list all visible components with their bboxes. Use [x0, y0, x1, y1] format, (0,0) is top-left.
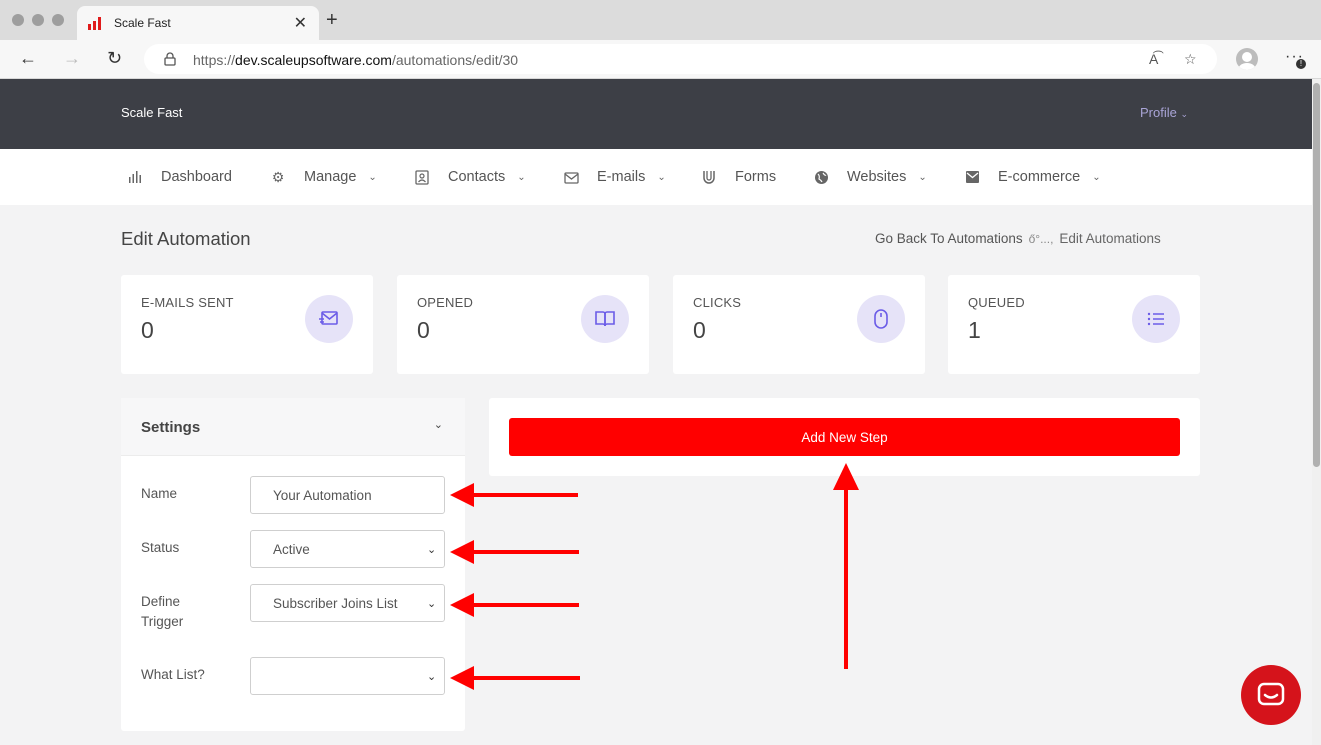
email-icon [563, 169, 579, 185]
window-close-control[interactable] [12, 14, 24, 26]
menu-ecommerce[interactable]: E-commerce ⌄ [964, 169, 1101, 185]
read-aloud-icon[interactable]: A͡ [1149, 51, 1158, 67]
stat-value: 0 [141, 317, 154, 343]
stat-card-emails-sent: E-MAILS SENT 0 [121, 275, 373, 374]
chevron-down-icon: ⌄ [517, 171, 526, 183]
menu-dashboard[interactable]: Dashboard [127, 169, 232, 185]
breadcrumb-back-link[interactable]: Go Back To Automations [875, 231, 1023, 246]
stat-card-clicks: CLICKS 0 [673, 275, 925, 374]
chat-icon [1257, 682, 1285, 706]
stat-value: 1 [968, 317, 981, 343]
annotation-arrow-add-step [833, 463, 859, 669]
breadcrumb-separator: ő°..., [1028, 232, 1054, 246]
name-input[interactable] [250, 476, 445, 514]
reload-icon[interactable]: ↻ [107, 48, 122, 68]
stat-label: E-MAILS SENT [141, 295, 234, 310]
list-icon [1132, 295, 1180, 343]
scrollbar-thumb[interactable] [1313, 83, 1320, 467]
envelope-box-icon [964, 169, 980, 185]
menu-label: Forms [735, 169, 777, 185]
status-select[interactable]: Active [250, 530, 445, 568]
list-label: What List? [141, 667, 205, 682]
profile-menu[interactable]: Profile ⌄ [1140, 105, 1188, 120]
mail-send-icon [305, 295, 353, 343]
annotation-arrow-trigger [450, 593, 579, 617]
menu-label: E-commerce [998, 169, 1081, 185]
mouse-icon [857, 295, 905, 343]
add-new-step-button[interactable]: Add New Step [509, 418, 1180, 456]
name-label: Name [141, 486, 178, 501]
chevron-down-icon[interactable]: ⌄ [434, 418, 443, 431]
chevron-down-icon: ⌄ [368, 171, 377, 183]
stat-card-opened: OPENED 0 [397, 275, 649, 374]
back-arrow-icon[interactable]: ← [19, 48, 37, 68]
menu-label: Manage [304, 169, 357, 185]
chevron-down-icon: ⌄ [918, 171, 927, 183]
stat-label: QUEUED [968, 295, 1025, 310]
menu-label: Contacts [448, 169, 506, 185]
chat-launcher-button[interactable] [1241, 665, 1301, 725]
settings-title: Settings [141, 419, 201, 436]
menu-emails[interactable]: E-mails ⌄ [563, 169, 666, 185]
profile-label: Profile [1140, 105, 1177, 120]
menu-websites[interactable]: Websites ⌄ [813, 169, 927, 185]
page-title: Edit Automation [121, 228, 251, 249]
tab-close-icon[interactable]: ✕ [294, 13, 307, 33]
tab-title: Scale Fast [114, 16, 171, 30]
annotation-arrow-status [450, 540, 579, 564]
url-host: dev.scaleupsoftware.com [235, 52, 392, 68]
stat-value: 0 [417, 317, 430, 343]
stat-label: OPENED [417, 295, 474, 310]
url-path: /automations/edit/30 [391, 52, 519, 68]
breadcrumb: Go Back To Automations ő°..., Edit Automat… [875, 231, 1161, 246]
new-tab-icon[interactable]: + [326, 10, 338, 30]
gear-icon: ⚙ [271, 168, 285, 185]
lock-icon [164, 52, 176, 71]
menu-label: E-mails [597, 169, 646, 185]
settings-header[interactable]: Settings ⌄ [121, 398, 465, 456]
globe-icon [813, 169, 829, 185]
stat-card-queued: QUEUED 1 [948, 275, 1200, 374]
chevron-down-icon: ⌄ [1180, 109, 1189, 119]
list-select[interactable] [250, 657, 445, 695]
magnet-icon [701, 169, 717, 185]
breadcrumb-current: Edit Automations [1059, 231, 1161, 246]
forward-arrow-icon[interactable]: → [63, 48, 81, 68]
browser-tab-bar: Scale Fast ✕ + [0, 0, 1321, 40]
status-label: Status [141, 540, 180, 555]
menu-forms[interactable]: Forms [701, 169, 776, 185]
open-book-icon [581, 295, 629, 343]
browser-tab[interactable]: Scale Fast ✕ [77, 6, 319, 40]
url-text: https://dev.scaleupsoftware.com/automati… [193, 52, 518, 68]
annotation-arrow-list [450, 666, 580, 690]
trigger-label: Define Trigger [141, 594, 184, 629]
stat-label: CLICKS [693, 295, 742, 310]
page-scrollbar[interactable] [1312, 79, 1321, 745]
url-prefix: https:// [193, 52, 236, 68]
contact-card-icon [414, 169, 430, 185]
menu-label: Dashboard [161, 169, 232, 185]
app-header: Scale Fast Profile ⌄ [0, 79, 1312, 149]
main-menu: Dashboard ⚙ Manage ⌄ Contacts ⌄ E-mails … [0, 149, 1312, 205]
window-minimize-control[interactable] [32, 14, 44, 26]
bar-chart-icon [127, 169, 143, 185]
trigger-select[interactable]: Subscriber Joins List [250, 584, 445, 622]
stat-value: 0 [693, 317, 706, 343]
browser-profile-avatar[interactable] [1236, 48, 1258, 70]
brand-name[interactable]: Scale Fast [121, 105, 182, 120]
steps-panel: Add New Step [489, 398, 1200, 476]
scale-fast-logo-icon [88, 17, 104, 35]
menu-manage[interactable]: ⚙ Manage ⌄ [270, 168, 377, 186]
update-badge-icon: ! [1296, 59, 1306, 69]
url-field[interactable]: https://dev.scaleupsoftware.com/automati… [144, 44, 1217, 74]
annotation-arrow-name [450, 483, 578, 507]
menu-contacts[interactable]: Contacts ⌄ [414, 169, 526, 185]
favorites-star-icon[interactable]: ☆ [1184, 51, 1197, 68]
window-zoom-control[interactable] [52, 14, 64, 26]
chevron-down-icon: ⌄ [1092, 171, 1101, 183]
menu-label: Websites [847, 169, 907, 185]
chevron-down-icon: ⌄ [657, 171, 666, 183]
address-bar: ← → ↻ https://dev.scaleupsoftware.com/au… [0, 40, 1321, 79]
settings-panel: Settings ⌄ Name Status Active ⌄ Define T… [121, 398, 465, 731]
